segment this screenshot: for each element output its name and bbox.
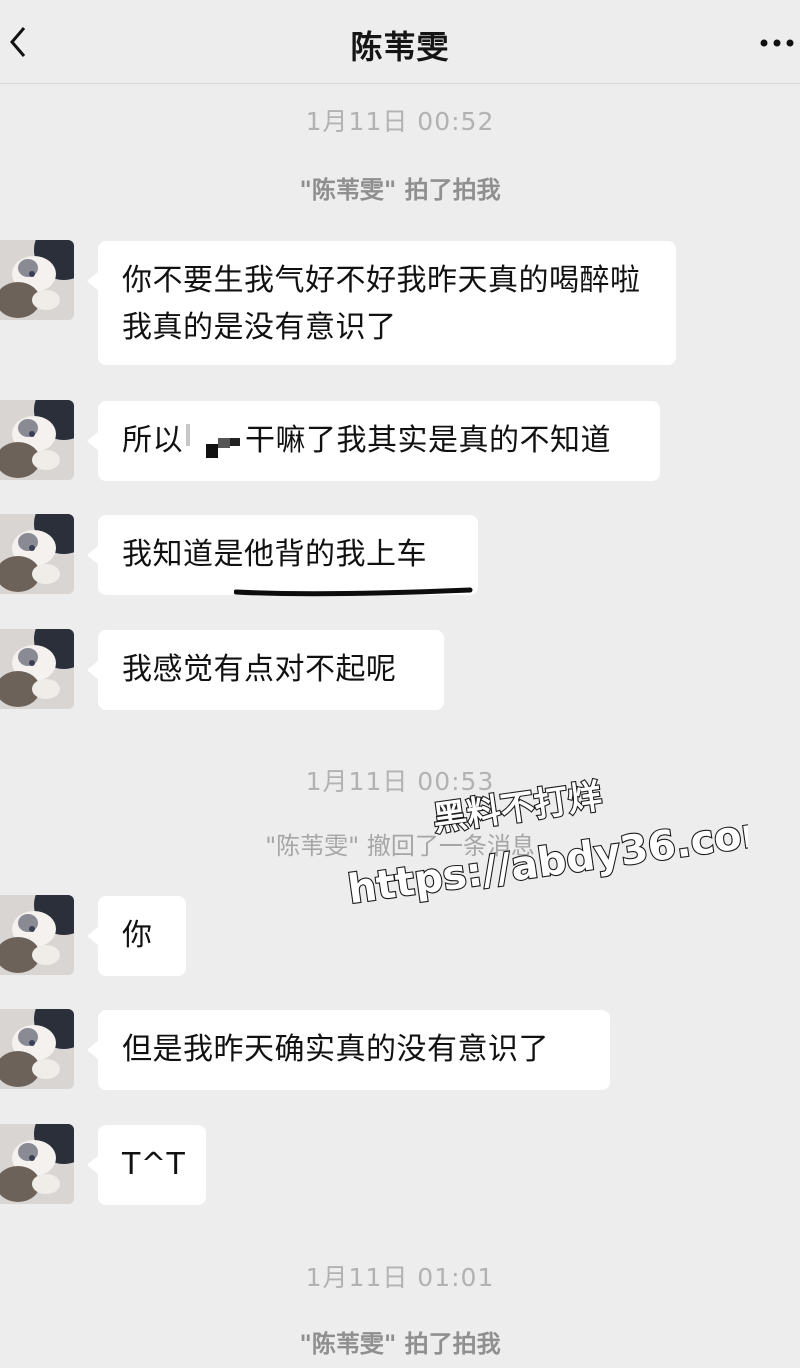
system-message-pat: "陈苇雯" 拍了拍我 xyxy=(299,1330,501,1358)
timestamp: 1月11日 00:52 xyxy=(305,107,495,136)
message-bubble[interactable]: 所以 干嘛了我其实是真的不知道 xyxy=(87,401,660,481)
message-text: T^T xyxy=(122,1147,186,1182)
more-dots-icon[interactable] xyxy=(758,38,796,48)
cat-avatar-icon xyxy=(0,1009,74,1089)
avatar[interactable] xyxy=(0,400,74,480)
cat-avatar-icon xyxy=(0,629,74,709)
hand-drawn-underline xyxy=(234,587,473,597)
message-bubble[interactable]: 你不要生我气好不好我昨天真的喝醉啦我真的是没有意识了 xyxy=(87,241,676,365)
avatar[interactable] xyxy=(0,514,74,594)
message-text-prefix: 所以 xyxy=(122,423,183,458)
message-bubble[interactable]: 我感觉有点对不起呢 xyxy=(87,630,444,710)
message-bubble[interactable]: T^T xyxy=(87,1125,206,1205)
avatar[interactable] xyxy=(0,1009,74,1089)
message-text: 你 xyxy=(122,918,153,953)
message-bubble[interactable]: 但是我昨天确实真的没有意识了 xyxy=(87,1010,610,1090)
watermark-overlay: 黑料不打烊 https://abdy36.com xyxy=(344,776,748,914)
message-text: 但是我昨天确实真的没有意识了 xyxy=(122,1032,549,1067)
message-text: 我知道是他背的我上车 xyxy=(122,537,427,572)
watermark-line1: 黑料不打烊 xyxy=(431,777,605,840)
message-text: 你不要生我气好不好我昨天真的喝醉啦我真的是没有意识了 xyxy=(122,263,641,345)
system-message-pat: "陈苇雯" 拍了拍我 xyxy=(299,176,501,204)
avatar[interactable] xyxy=(0,629,74,709)
timestamp: 1月11日 01:01 xyxy=(305,1263,495,1292)
censor-mosaic xyxy=(186,424,240,458)
message-text: 我感觉有点对不起呢 xyxy=(122,652,397,687)
cat-avatar-icon xyxy=(0,1124,74,1204)
avatar[interactable] xyxy=(0,1124,74,1204)
message-bubble[interactable]: 我知道是他背的我上车 xyxy=(87,515,478,595)
cat-avatar-icon xyxy=(0,895,74,975)
avatar[interactable] xyxy=(0,240,74,320)
message-bubble[interactable]: 你 xyxy=(87,896,186,976)
message-text-suffix: 干嘛了我其实是真的不知道 xyxy=(245,423,611,458)
cat-avatar-icon xyxy=(0,514,74,594)
chat-title: 陈苇雯 xyxy=(350,28,450,66)
chat-header: 陈苇雯 xyxy=(0,0,800,84)
cat-avatar-icon xyxy=(0,240,74,320)
avatar[interactable] xyxy=(0,895,74,975)
cat-avatar-icon xyxy=(0,400,74,480)
